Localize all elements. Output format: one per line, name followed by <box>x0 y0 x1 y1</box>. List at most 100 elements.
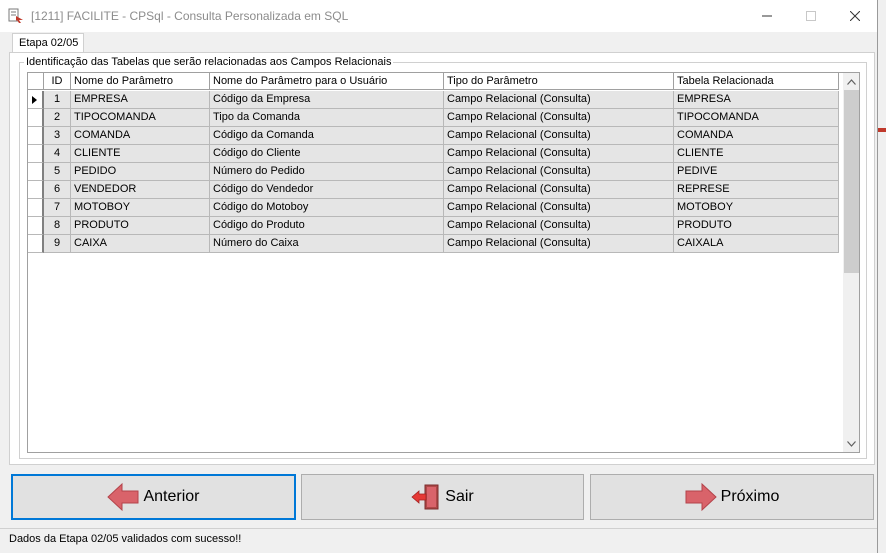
vertical-scrollbar[interactable] <box>843 73 859 452</box>
parameters-grid[interactable]: ID Nome do Parâmetro Nome do Parâmetro p… <box>27 72 860 453</box>
header-tipo-parametro[interactable]: Tipo do Parâmetro <box>444 73 674 90</box>
cell-nome-usuario[interactable]: Código do Cliente <box>210 145 444 163</box>
header-nome-usuario[interactable]: Nome do Parâmetro para o Usuário <box>210 73 444 90</box>
cell-id[interactable]: 9 <box>44 235 71 253</box>
table-row[interactable]: 2 TIPOCOMANDA Tipo da Comanda Campo Rela… <box>28 109 839 127</box>
groupbox-legend: Identificação das Tabelas que serão rela… <box>24 56 394 68</box>
current-row-icon <box>32 96 37 104</box>
row-indicator[interactable] <box>28 163 44 181</box>
cell-tipo-parametro[interactable]: Campo Relacional (Consulta) <box>444 235 674 253</box>
cell-id[interactable]: 3 <box>44 127 71 145</box>
row-indicator[interactable] <box>28 109 44 127</box>
row-indicator[interactable] <box>28 199 44 217</box>
cell-id[interactable]: 2 <box>44 109 71 127</box>
minimize-button[interactable] <box>745 0 789 32</box>
maximize-icon <box>806 11 816 21</box>
scroll-thumb[interactable] <box>844 90 859 273</box>
cell-nome-usuario[interactable]: Código do Motoboy <box>210 199 444 217</box>
grid-body: 1 EMPRESA Código da Empresa Campo Relaci… <box>28 91 839 253</box>
cell-id[interactable]: 8 <box>44 217 71 235</box>
row-indicator[interactable] <box>28 235 44 253</box>
cell-tabela-relacionada[interactable]: PRODUTO <box>674 217 839 235</box>
header-nome-parametro[interactable]: Nome do Parâmetro <box>71 73 210 90</box>
close-icon <box>850 11 860 21</box>
arrow-right-icon <box>685 482 717 512</box>
cell-tabela-relacionada[interactable]: EMPRESA <box>674 91 839 109</box>
table-row[interactable]: 5 PEDIDO Número do Pedido Campo Relacion… <box>28 163 839 181</box>
table-row[interactable]: 7 MOTOBOY Código do Motoboy Campo Relaci… <box>28 199 839 217</box>
cell-tabela-relacionada[interactable]: PEDIVE <box>674 163 839 181</box>
cell-tipo-parametro[interactable]: Campo Relacional (Consulta) <box>444 145 674 163</box>
table-row[interactable]: 9 CAIXA Número do Caixa Campo Relacional… <box>28 235 839 253</box>
status-bar: Dados da Etapa 02/05 validados com suces… <box>0 528 877 553</box>
cell-tipo-parametro[interactable]: Campo Relacional (Consulta) <box>444 163 674 181</box>
table-row[interactable]: 1 EMPRESA Código da Empresa Campo Relaci… <box>28 91 839 109</box>
table-row[interactable]: 6 VENDEDOR Código do Vendedor Campo Rela… <box>28 181 839 199</box>
cell-nome-usuario[interactable]: Número do Pedido <box>210 163 444 181</box>
cell-tipo-parametro[interactable]: Campo Relacional (Consulta) <box>444 127 674 145</box>
cell-id[interactable]: 1 <box>44 91 71 109</box>
scroll-up-button[interactable] <box>843 73 859 90</box>
exit-door-icon <box>411 484 439 510</box>
cell-nome-parametro[interactable]: TIPOCOMANDA <box>71 109 210 127</box>
close-button[interactable] <box>833 0 877 32</box>
dialog-window: [1211] FACILITE - CPSql - Consulta Perso… <box>0 0 878 553</box>
sair-button[interactable]: Sair <box>301 474 584 520</box>
cell-id[interactable]: 5 <box>44 163 71 181</box>
row-indicator[interactable] <box>28 181 44 199</box>
cell-nome-usuario[interactable]: Número do Caixa <box>210 235 444 253</box>
cell-tabela-relacionada[interactable]: TIPOCOMANDA <box>674 109 839 127</box>
cell-tipo-parametro[interactable]: Campo Relacional (Consulta) <box>444 217 674 235</box>
cell-nome-parametro[interactable]: VENDEDOR <box>71 181 210 199</box>
chevron-down-icon <box>847 440 856 447</box>
minimize-icon <box>762 15 772 17</box>
window-title: [1211] FACILITE - CPSql - Consulta Perso… <box>31 9 349 23</box>
cell-id[interactable]: 4 <box>44 145 71 163</box>
title-bar[interactable]: [1211] FACILITE - CPSql - Consulta Perso… <box>0 0 877 32</box>
background-window-edge <box>878 0 886 553</box>
cell-id[interactable]: 6 <box>44 181 71 199</box>
proximo-button[interactable]: Próximo <box>590 474 874 520</box>
row-indicator[interactable] <box>28 91 44 109</box>
app-logo-icon <box>8 8 23 23</box>
cell-nome-parametro[interactable]: CLIENTE <box>71 145 210 163</box>
cell-tabela-relacionada[interactable]: REPRESE <box>674 181 839 199</box>
cell-nome-usuario[interactable]: Código do Vendedor <box>210 181 444 199</box>
cell-nome-parametro[interactable]: COMANDA <box>71 127 210 145</box>
cell-nome-usuario[interactable]: Código do Produto <box>210 217 444 235</box>
cell-nome-usuario[interactable]: Tipo da Comanda <box>210 109 444 127</box>
cell-nome-parametro[interactable]: EMPRESA <box>71 91 210 109</box>
row-indicator[interactable] <box>28 217 44 235</box>
row-indicator[interactable] <box>28 127 44 145</box>
tab-etapa[interactable]: Etapa 02/05 <box>12 33 84 53</box>
table-row[interactable]: 3 COMANDA Código da Comanda Campo Relaci… <box>28 127 839 145</box>
cell-tabela-relacionada[interactable]: CAIXALA <box>674 235 839 253</box>
cell-id[interactable]: 7 <box>44 199 71 217</box>
header-indicator-cell <box>28 73 44 90</box>
maximize-button[interactable] <box>789 0 833 32</box>
cell-nome-parametro[interactable]: CAIXA <box>71 235 210 253</box>
cell-tabela-relacionada[interactable]: COMANDA <box>674 127 839 145</box>
sair-label: Sair <box>445 488 474 505</box>
cell-tipo-parametro[interactable]: Campo Relacional (Consulta) <box>444 91 674 109</box>
row-indicator[interactable] <box>28 145 44 163</box>
arrow-left-icon <box>107 482 139 512</box>
cell-nome-usuario[interactable]: Código da Empresa <box>210 91 444 109</box>
header-id[interactable]: ID <box>44 73 71 90</box>
anterior-label: Anterior <box>143 488 200 505</box>
table-row[interactable]: 4 CLIENTE Código do Cliente Campo Relaci… <box>28 145 839 163</box>
cell-nome-parametro[interactable]: PRODUTO <box>71 217 210 235</box>
header-tabela-relacionada[interactable]: Tabela Relacionada <box>674 73 839 90</box>
cell-tipo-parametro[interactable]: Campo Relacional (Consulta) <box>444 109 674 127</box>
cell-nome-parametro[interactable]: MOTOBOY <box>71 199 210 217</box>
cell-nome-parametro[interactable]: PEDIDO <box>71 163 210 181</box>
cell-tabela-relacionada[interactable]: CLIENTE <box>674 145 839 163</box>
cell-nome-usuario[interactable]: Código da Comanda <box>210 127 444 145</box>
anterior-button[interactable]: Anterior <box>11 474 296 520</box>
table-row[interactable]: 8 PRODUTO Código do Produto Campo Relaci… <box>28 217 839 235</box>
cell-tabela-relacionada[interactable]: MOTOBOY <box>674 199 839 217</box>
cell-tipo-parametro[interactable]: Campo Relacional (Consulta) <box>444 199 674 217</box>
grid-header: ID Nome do Parâmetro Nome do Parâmetro p… <box>28 73 839 90</box>
scroll-down-button[interactable] <box>843 435 859 452</box>
cell-tipo-parametro[interactable]: Campo Relacional (Consulta) <box>444 181 674 199</box>
